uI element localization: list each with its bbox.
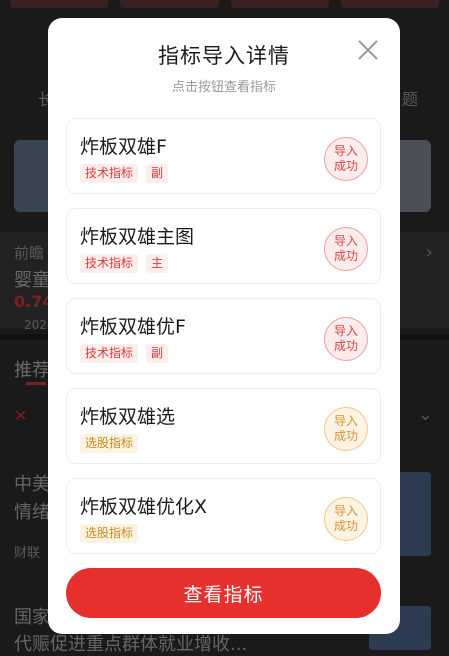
import-success-stamp: 导入成功 [324, 317, 368, 361]
indicator-item[interactable]: 炸板双雄选 选股指标 导入成功 [66, 388, 381, 464]
indicator-item[interactable]: 炸板双雄优化X 选股指标 导入成功 [66, 478, 381, 554]
import-details-modal: 指标导入详情 点击按钮查看指标 炸板双雄F 技术指标 副 导入成功 炸板双雄主图… [48, 18, 400, 634]
indicator-type-tag: 选股指标 [80, 434, 139, 453]
background-nav-right: 题 [402, 90, 419, 109]
background-news-1-source: 财联 [14, 546, 41, 561]
view-indicators-button[interactable]: 查看指标 [66, 568, 381, 618]
background-section-tab: 推荐 [14, 360, 50, 381]
indicator-item[interactable]: 炸板双雄主图 技术指标 主 导入成功 [66, 208, 381, 284]
background-article-title: 婴童 [14, 270, 50, 291]
indicator-type-tag: 选股指标 [80, 524, 139, 543]
import-success-stamp: 导入成功 [324, 137, 368, 181]
import-success-stamp: 导入成功 [324, 497, 368, 541]
indicator-type-tag: 技术指标 [80, 254, 139, 273]
indicator-list: 炸板双雄F 技术指标 副 导入成功 炸板双雄主图 技术指标 主 导入成功 炸板双… [66, 118, 381, 568]
indicator-item[interactable]: 炸板双雄优F 技术指标 副 导入成功 [66, 298, 381, 374]
import-success-stamp: 导入成功 [324, 227, 368, 271]
background-news-2-line1: 国家 [14, 607, 50, 628]
indicator-position-tag: 主 [146, 254, 169, 273]
background-logo-icon: ✕ [14, 406, 28, 425]
indicator-name: 炸板双雄选 [80, 406, 176, 428]
background-article-prefix: 前瞻 [14, 244, 45, 262]
import-success-stamp: 导入成功 [324, 407, 368, 451]
background-tab-indicator [26, 382, 46, 385]
background-news-1-line1: 中美 [14, 474, 50, 495]
indicator-type-tag: 技术指标 [80, 344, 139, 363]
indicator-name: 炸板双雄主图 [80, 226, 195, 248]
indicator-type-tag: 技术指标 [80, 164, 139, 183]
background-chevron-right-icon: › [425, 242, 433, 263]
modal-title: 指标导入详情 [158, 44, 290, 68]
indicator-position-tag: 副 [146, 164, 169, 183]
background-top-tabs [0, 0, 449, 10]
close-icon[interactable] [354, 36, 382, 64]
indicator-position-tag: 副 [146, 344, 169, 363]
indicator-item[interactable]: 炸板双雄F 技术指标 副 导入成功 [66, 118, 381, 194]
indicator-name: 炸板双雄F [80, 136, 167, 158]
background-chevron-down-icon: ⌄ [417, 404, 433, 425]
indicator-name: 炸板双雄优F [80, 316, 186, 338]
background-article-year: 202 [24, 318, 47, 332]
modal-subtitle: 点击按钮查看指标 [171, 80, 276, 95]
background-news-1-line2: 情绪 [14, 502, 50, 523]
indicator-name: 炸板双雄优化X [80, 496, 208, 518]
